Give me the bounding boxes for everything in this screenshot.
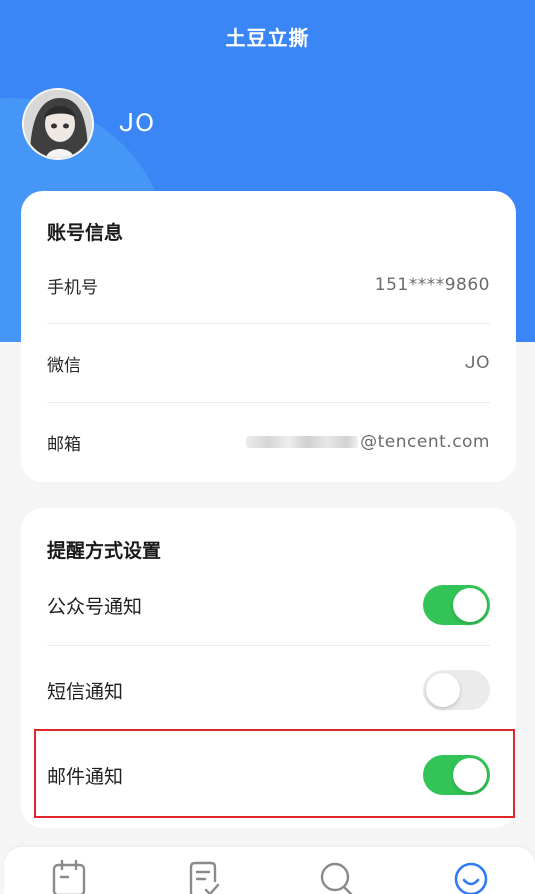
phone-row[interactable]: 手机号 151****9860 <box>47 271 490 299</box>
search-icon <box>320 862 353 894</box>
tab-profile[interactable] <box>451 859 491 894</box>
divider <box>47 402 490 403</box>
avatar-image <box>24 90 92 158</box>
account-info-heading: 账号信息 <box>47 222 124 244</box>
divider <box>47 323 490 324</box>
sms-notify-row: 短信通知 <box>47 670 490 710</box>
page-title: 土豆立撕 <box>225 26 310 50</box>
tab-tasks[interactable] <box>183 859 223 894</box>
email-label: 邮箱 <box>47 434 81 455</box>
reminder-settings-heading: 提醒方式设置 <box>47 540 162 562</box>
calendar-icon <box>52 859 86 894</box>
tab-search[interactable] <box>317 859 357 894</box>
redacted-blur <box>246 436 359 448</box>
email-value-wrap: @tencent.com <box>246 432 490 452</box>
phone-label: 手机号 <box>47 277 98 298</box>
profile-smile-icon <box>454 862 488 894</box>
official-account-notify-row: 公众号通知 <box>47 585 490 625</box>
official-account-notify-label: 公众号通知 <box>47 595 143 618</box>
wechat-row[interactable]: 微信 ᒍO <box>47 349 490 377</box>
account-info-card: 账号信息 手机号 151****9860 微信 ᒍO 邮箱 @tencent.c… <box>21 191 516 482</box>
sms-notify-toggle[interactable] <box>423 670 490 710</box>
toggle-knob <box>453 588 487 622</box>
email-value: @tencent.com <box>360 432 490 452</box>
checklist-icon <box>189 861 220 894</box>
tab-calendar[interactable] <box>49 859 89 894</box>
wechat-value: ᒍO <box>464 353 490 373</box>
wechat-label: 微信 <box>47 355 81 376</box>
avatar[interactable] <box>22 88 94 160</box>
email-row[interactable]: 邮箱 @tencent.com <box>47 428 490 456</box>
sms-notify-label: 短信通知 <box>47 680 124 703</box>
official-account-notify-toggle[interactable] <box>423 585 490 625</box>
toggle-knob <box>426 673 460 707</box>
user-nickname: ᒍO <box>119 109 155 137</box>
bottom-tab-bar <box>4 847 535 894</box>
highlight-annotation <box>34 729 515 818</box>
divider <box>47 645 490 646</box>
phone-value: 151****9860 <box>374 275 490 295</box>
